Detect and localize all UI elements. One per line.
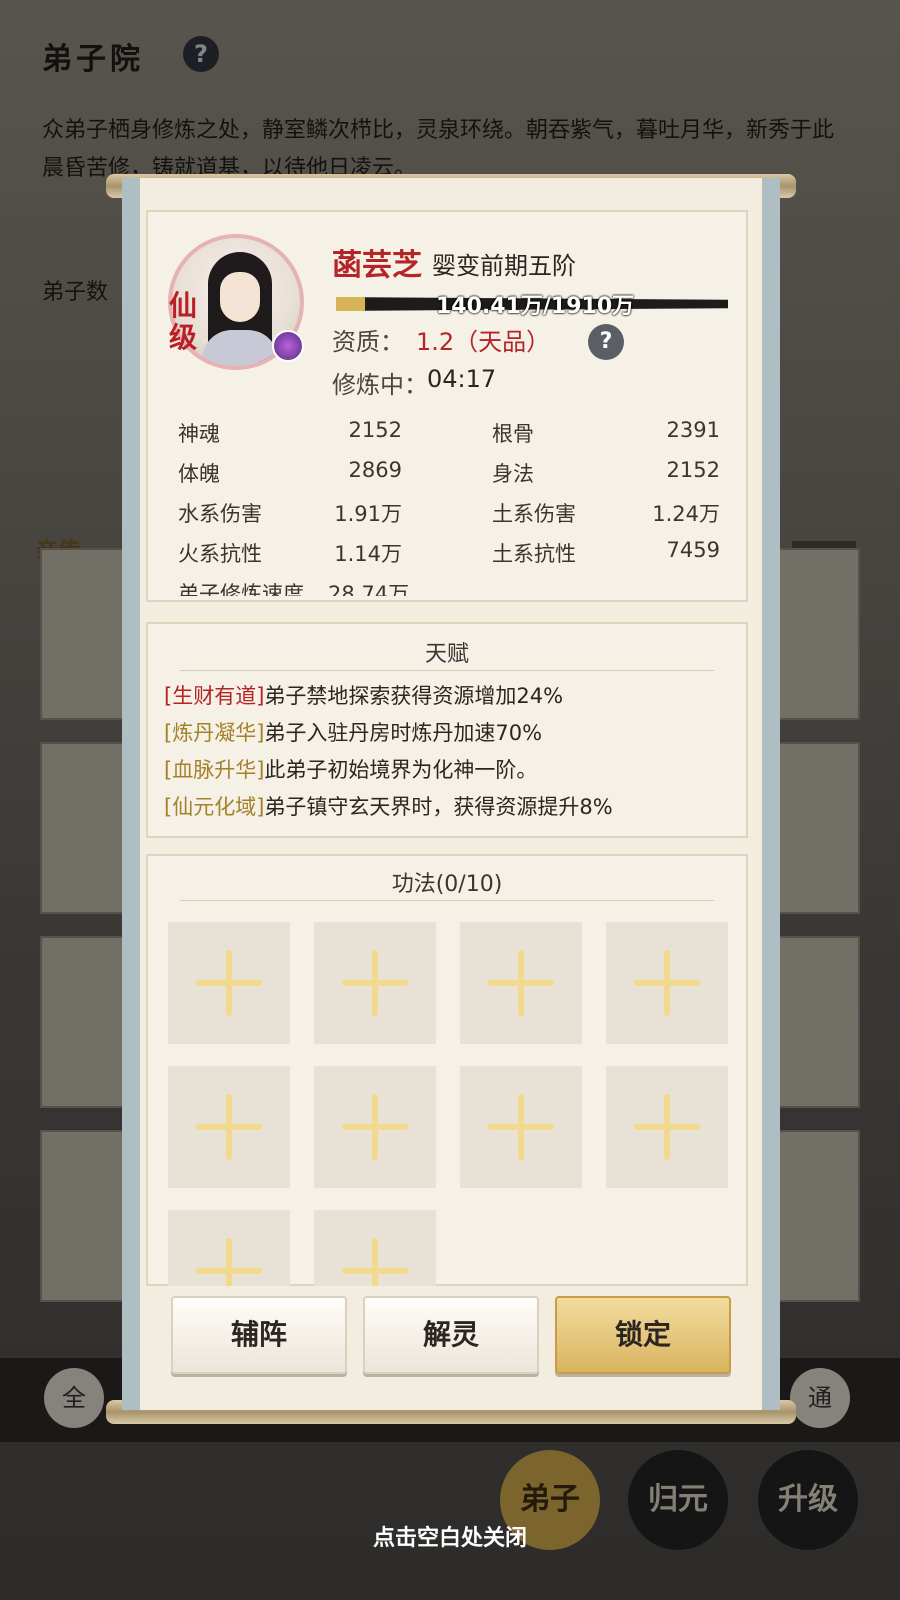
talent-tag: [炼丹凝华]	[164, 721, 265, 745]
stat-value: 7459	[666, 538, 720, 562]
stat-label: 神魂	[178, 422, 220, 446]
add-icon	[372, 1094, 378, 1160]
skills-title: 功法(0/10)	[391, 872, 503, 897]
talent-item: [仙元化域]弟子镇守玄天界时，获得资源提升8%	[164, 791, 613, 821]
skill-row-clipped	[168, 1210, 468, 1286]
stat-value: 2152	[348, 418, 402, 442]
stat-value: 2152	[666, 458, 720, 482]
quality-help-icon[interactable]: ?	[588, 324, 624, 360]
stat-value: 1.91万	[334, 502, 402, 526]
add-icon	[226, 950, 232, 1016]
stat-label: 土系伤害	[492, 502, 576, 526]
talent-text: 弟子禁地探索获得资源增加24%	[264, 684, 564, 708]
skill-slot[interactable]	[460, 1066, 582, 1188]
cultivation-progress-text: 140.41万/1910万	[436, 294, 635, 319]
talent-item: [炼丹凝华]弟子入驻丹房时炼丹加速70%	[164, 717, 542, 747]
skill-slot[interactable]	[168, 922, 290, 1044]
disciple-name: 菡芸芝	[332, 248, 422, 283]
skill-slot[interactable]	[606, 1066, 728, 1188]
talent-tag: [仙元化域]	[164, 795, 265, 819]
add-icon	[664, 1094, 670, 1160]
cultivation-progress-fill	[336, 297, 365, 311]
stat-value: 28.74万	[328, 582, 410, 596]
skill-slot[interactable]	[168, 1066, 290, 1188]
training-label: 修炼中：	[332, 371, 428, 399]
skill-slot[interactable]	[314, 922, 436, 1044]
stat-value: 2391	[666, 418, 720, 442]
release-button[interactable]: 解灵	[363, 1296, 539, 1374]
element-icon	[272, 330, 304, 362]
skill-slot[interactable]	[460, 922, 582, 1044]
add-icon	[372, 950, 378, 1016]
stat-label: 根骨	[492, 422, 534, 446]
add-icon	[226, 1094, 232, 1160]
talent-text: 弟子入驻丹房时炼丹加速70%	[264, 721, 543, 745]
stat-value: 1.24万	[652, 502, 720, 526]
talent-divider	[180, 670, 714, 671]
stat-value: 1.14万	[334, 542, 402, 566]
add-icon	[518, 950, 524, 1016]
skill-slot[interactable]	[314, 1210, 436, 1286]
rank-badge: 仙级	[168, 289, 197, 354]
skills-divider	[180, 900, 714, 901]
stat-label: 火系抗性	[178, 542, 262, 566]
skill-slot[interactable]	[314, 1066, 436, 1188]
stat-label: 土系抗性	[492, 542, 576, 566]
talent-title: 天赋	[424, 642, 469, 667]
assist-button[interactable]: 辅阵	[171, 1296, 347, 1374]
talent-item: [血脉升华]此弟子初始境界为化神一阶。	[164, 754, 537, 784]
stat-label: 身法	[492, 462, 534, 486]
stat-label: 水系伤害	[178, 502, 262, 526]
talent-text: 此弟子初始境界为化神一阶。	[264, 758, 538, 782]
quality-label: 资质：	[332, 328, 404, 356]
talent-item: [生财有道]弟子禁地探索获得资源增加24%	[164, 680, 563, 710]
quality-value: 1.2（天品）	[416, 328, 551, 356]
stat-value: 2869	[348, 458, 402, 482]
disciple-realm: 婴变前期五阶	[432, 252, 576, 280]
add-icon	[372, 1238, 378, 1286]
talent-tag: [血脉升华]	[164, 758, 265, 782]
skill-slot[interactable]	[168, 1210, 290, 1286]
stat-label: 弟子修炼速度	[178, 582, 304, 596]
training-timer: 04:17	[427, 365, 497, 393]
stat-label: 体魄	[178, 462, 220, 486]
skill-slot[interactable]	[606, 922, 728, 1044]
talent-text: 弟子镇守玄天界时，获得资源提升8%	[264, 795, 613, 819]
add-icon	[518, 1094, 524, 1160]
lock-button[interactable]: 锁定	[555, 1296, 731, 1374]
add-icon	[664, 950, 670, 1016]
close-hint: 点击空白处关闭	[372, 1526, 527, 1551]
talent-tag: [生财有道]	[164, 684, 265, 708]
stat-row-clipped: 弟子修炼速度 28.74万	[178, 578, 738, 596]
add-icon	[226, 1238, 232, 1286]
